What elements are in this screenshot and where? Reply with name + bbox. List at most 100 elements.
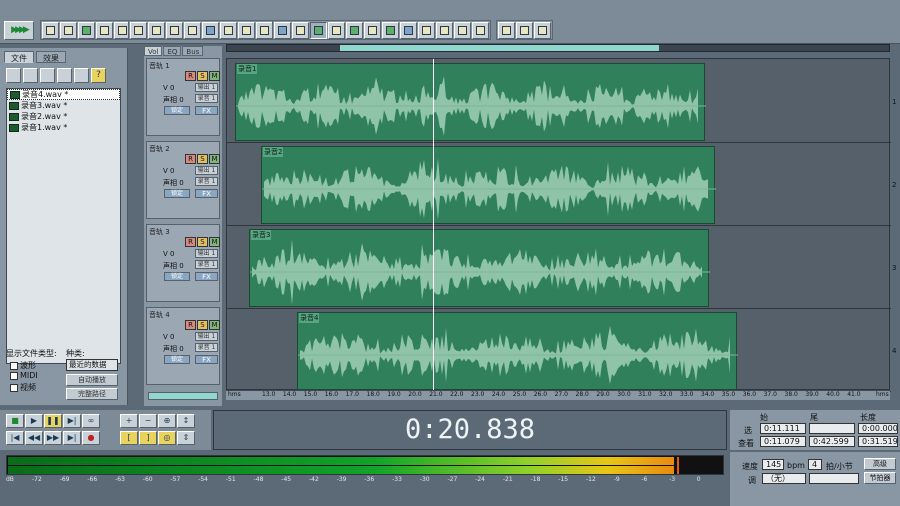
waveform-tool-button[interactable] <box>274 22 291 39</box>
stop-icon[interactable]: ■ <box>6 414 24 428</box>
mute-button[interactable]: M <box>209 71 220 81</box>
record-arm-button[interactable]: R <box>185 71 196 81</box>
new-file-button[interactable] <box>42 22 59 39</box>
record-input-button[interactable]: 录音 1 <box>195 177 218 186</box>
fx-button[interactable]: FX <box>195 189 218 198</box>
pan-value[interactable]: 声相 0 <box>163 261 184 271</box>
solo-button[interactable]: S <box>197 237 208 247</box>
file-item[interactable]: 录音1.wav * <box>7 122 120 133</box>
file-item[interactable]: 录音3.wav * <box>7 100 120 111</box>
envelope-button[interactable] <box>400 22 417 39</box>
tab-bus[interactable]: Bus <box>182 46 204 56</box>
audio-clip[interactable]: 录音3 <box>249 229 710 307</box>
noise-reduction-button[interactable] <box>436 22 453 39</box>
type-midi[interactable]: MIDI <box>10 371 38 380</box>
view-end-field[interactable]: 0:42.599 <box>809 436 855 447</box>
pan-value[interactable]: 声相 0 <box>163 344 184 354</box>
time-ruler[interactable]: hms 13.0 14.0 15.0 16.0 17.0 18.0 19.0 20.0 21.0 2… <box>226 390 890 400</box>
record-input-button[interactable]: 录音 1 <box>195 94 218 103</box>
solo-button[interactable]: S <box>197 320 208 330</box>
record-arm-button[interactable]: R <box>185 237 196 247</box>
pan-value[interactable]: 声相 0 <box>163 95 184 105</box>
cd-button[interactable] <box>498 22 515 39</box>
key-select[interactable]: （无） <box>762 473 806 484</box>
open-file-icon[interactable] <box>6 68 21 83</box>
track-name[interactable]: 音轨 1 <box>149 61 170 71</box>
record-input-button[interactable]: 录音 1 <box>195 260 218 269</box>
metronome-button[interactable]: 节拍器 <box>864 472 896 484</box>
view-length-field[interactable]: 0:31.519 <box>858 436 898 447</box>
go-to-start-icon[interactable]: |◀ <box>6 431 24 445</box>
overview-view-window[interactable] <box>340 45 659 51</box>
advanced-button[interactable]: 高级 <box>864 458 896 470</box>
record-arm-button[interactable]: R <box>185 154 196 164</box>
normalize-button[interactable] <box>454 22 471 39</box>
playhead-cursor[interactable] <box>433 59 434 391</box>
volume-value[interactable]: V 0 <box>163 333 174 341</box>
zoom-selection-icon[interactable]: ◎ <box>158 431 176 445</box>
tab-effects[interactable]: 效果 <box>36 51 66 63</box>
overview-bar[interactable] <box>226 44 890 52</box>
zoom-in-horizontal-icon[interactable]: + <box>120 414 138 428</box>
checkbox-icon[interactable] <box>10 371 18 380</box>
solo-button[interactable]: S <box>197 154 208 164</box>
fx-button[interactable]: FX <box>195 272 218 281</box>
help-button[interactable] <box>534 22 551 39</box>
fx-button[interactable]: FX <box>195 355 218 364</box>
settings-button[interactable] <box>516 22 533 39</box>
hand-tool-button[interactable] <box>364 22 381 39</box>
insert-into-session-icon[interactable] <box>57 68 72 83</box>
view-switch-button[interactable]: ▶▶▶▶ <box>4 21 34 40</box>
zoom-left-icon[interactable]: [ <box>120 431 138 445</box>
save-button[interactable] <box>96 22 113 39</box>
close-file-icon[interactable] <box>40 68 55 83</box>
checkbox-icon[interactable] <box>10 383 18 392</box>
time-select-tool-button[interactable] <box>328 22 345 39</box>
checkbox-icon[interactable] <box>10 361 18 370</box>
volume-value[interactable]: V 0 <box>163 250 174 258</box>
mode-select[interactable] <box>809 473 859 484</box>
file-item[interactable]: 录音4.wav * <box>7 89 120 100</box>
audio-clip[interactable]: 录音1 <box>235 63 706 141</box>
zoom-full-icon[interactable]: ⊕ <box>158 414 176 428</box>
loop-icon[interactable]: ∞ <box>82 414 100 428</box>
tab-vol[interactable]: Vol <box>144 46 163 56</box>
paste-button[interactable] <box>184 22 201 39</box>
move-tool-button[interactable] <box>346 22 363 39</box>
zoom-out-horizontal-icon[interactable]: − <box>139 414 157 428</box>
track-lane-4[interactable]: 录音4 <box>227 310 891 392</box>
mix-paste-button[interactable] <box>202 22 219 39</box>
insert-button[interactable] <box>238 22 255 39</box>
view-start-field[interactable]: 0:11.079 <box>760 436 806 447</box>
pause-icon[interactable]: ❚❚ <box>44 414 62 428</box>
bpm-field[interactable]: 145 <box>762 459 784 470</box>
track-lane-1[interactable]: 录音1 <box>227 61 891 143</box>
selection-length-field[interactable]: 0:00.000 <box>858 423 898 434</box>
rewind-icon[interactable]: ◀◀ <box>25 431 43 445</box>
trim-button[interactable] <box>220 22 237 39</box>
cut-button[interactable] <box>166 22 183 39</box>
sort-select[interactable]: 最近的数据 <box>66 359 118 371</box>
output-button[interactable]: 输出 1 <box>195 332 218 341</box>
output-button[interactable]: 输出 1 <box>195 83 218 92</box>
multitrack-view[interactable]: 录音1 录音2 录音3 录音4 <box>226 58 891 392</box>
lock-button[interactable]: 锁定 <box>164 272 190 281</box>
mute-button[interactable]: M <box>209 320 220 330</box>
record-input-button[interactable]: 录音 1 <box>195 343 218 352</box>
go-to-end-icon[interactable]: ▶| <box>63 431 81 445</box>
lock-button[interactable]: 锁定 <box>164 189 190 198</box>
type-waveform[interactable]: 波形 <box>10 360 36 371</box>
zoom-right-icon[interactable]: ] <box>139 431 157 445</box>
fx-button[interactable]: FX <box>195 106 218 115</box>
edit-file-icon[interactable] <box>74 68 89 83</box>
selection-start-field[interactable]: 0:11.111 <box>760 423 806 434</box>
file-item[interactable]: 录音2.wav * <box>7 111 120 122</box>
record-icon[interactable]: ● <box>82 431 100 445</box>
envelope-tool-button[interactable] <box>292 22 309 39</box>
tab-files[interactable]: 文件 <box>4 51 34 63</box>
track-name[interactable]: 音轨 3 <box>149 227 170 237</box>
track-lane-2[interactable]: 录音2 <box>227 144 891 226</box>
volume-value[interactable]: V 0 <box>163 84 174 92</box>
full-path-button[interactable]: 完整路径 <box>66 388 118 400</box>
audio-clip[interactable]: 录音2 <box>261 146 716 224</box>
